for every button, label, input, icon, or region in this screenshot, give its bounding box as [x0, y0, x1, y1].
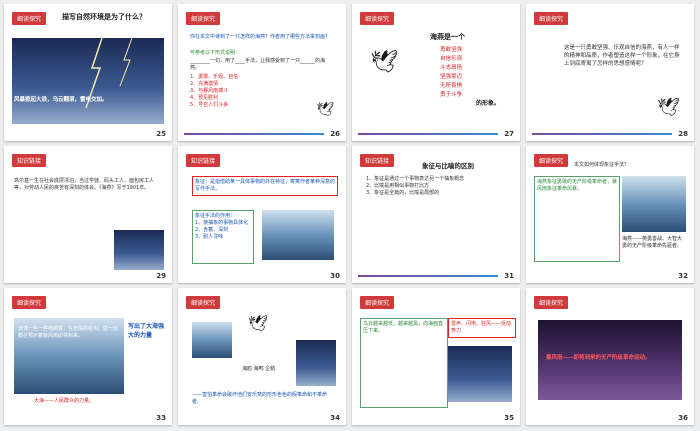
seagull-icon: 🕊: [248, 314, 269, 333]
slide-number: 34: [330, 414, 340, 422]
penguin-image: [296, 340, 336, 386]
slide-number: 25: [156, 130, 166, 138]
slide-tag: 知识链接: [12, 154, 47, 167]
storm-image: [12, 37, 164, 124]
function-box: 象征手法的作用： 1、使抽象的事物具体化 2、含蓄、深刻 3、耐人寻味: [192, 210, 254, 264]
trait-item: 勇于斗争: [440, 92, 463, 98]
heading-text: 海燕是一个: [430, 33, 465, 41]
answer-list: 1、勇敢、乐观、自信 2、充满激情 3、与暴风雨搏斗 4、预见胜利 5、号召人们…: [190, 74, 238, 109]
text-box: 乌云越来越低，越来越黑，向海面直压下来。: [360, 318, 448, 408]
slide-tag: 细读探究: [534, 154, 569, 167]
slide-footer: [184, 133, 324, 135]
cloud-image: [448, 346, 512, 402]
body-text: 波涛一些一些地跳着，在无情的吼叫，这一切都在预示着暴风雨即将到来。: [18, 326, 119, 339]
fill-text: ________一句，用了____手法，让我感受到了一只______的海燕。: [190, 58, 326, 71]
slide-35[interactable]: 细读探究 乌云越来越低，越来越黑，向海面直压下来。 雷声、闪电、狂风——反动势力…: [352, 288, 520, 425]
slide-29[interactable]: 知识链接 高尔基一生在社会底层漂泊，当过学徒、码头工人、面包房工人等，对劳动人民…: [4, 146, 172, 283]
birds-image: [192, 322, 232, 358]
hint-text: 可参考以下形式说明：: [190, 50, 241, 56]
body-text: 乌云越来越低，越来越黑，向海面直压下来。: [363, 321, 444, 334]
slide-26[interactable]: 细读探究 你在本文中读到了一只怎样的海燕？作者用了哪些方法来刻画？ 可参考以下形…: [178, 4, 346, 141]
list-item: 2、比喻是用相似事物打比方: [366, 183, 430, 189]
question-text: 你在本文中读到了一只怎样的海燕？作者用了哪些方法来刻画？: [190, 34, 331, 40]
list-item: 3、与暴风雨搏斗: [190, 88, 229, 94]
trait-item: 斗志昂扬: [440, 65, 463, 71]
trait-item: 坚强豪迈: [440, 74, 463, 80]
function-item: 1、使抽象的事物具体化: [195, 220, 249, 226]
body-text: 高尔基一生在社会底层漂泊，当过学徒、码头工人、面包房工人等，对劳动人民的疾苦有深…: [14, 178, 155, 191]
slide-number: 29: [156, 272, 166, 280]
slide-tag: 知识链接: [186, 154, 221, 167]
list-item: 1、勇敢、乐观、自信: [190, 74, 239, 80]
slide-tag: 细读探究: [534, 296, 569, 309]
answer-box: 海燕象征勇敢的无产阶级革命者，暴风雨象征革命风暴。: [534, 176, 620, 262]
function-item: 2、含蓄、深刻: [195, 227, 229, 233]
slide-footer: [532, 133, 672, 135]
highlight-text: 海燕——英勇善战、大智大勇的无产阶级革命先驱者。: [622, 236, 683, 249]
trait-list: 勇敢坚强 自信乐观 斗志昂扬 坚强豪迈 无所畏惧 勇于斗争: [440, 46, 462, 100]
point-list: 1、象征是通过一个事物表达另一个抽象概念 2、比喻是用相似事物打比方 3、象征是…: [366, 176, 504, 197]
slide-title: 象征与比喻的区别: [422, 162, 474, 170]
lightning-icon: [85, 37, 133, 109]
slide-tag: 细读探究: [360, 296, 395, 309]
body-text: 海燕象征勇敢的无产阶级革命者，暴风雨象征革命风暴。: [537, 179, 618, 192]
slide-caption: 风暴掀起大浪，乌云翻滚，雷电交加。: [14, 97, 108, 103]
petrel-icon: 🕊: [316, 102, 334, 118]
slide-number: 32: [678, 272, 688, 280]
slide-32[interactable]: 细读探究 本文如何体现象征手法？ 海燕象征勇敢的无产阶级革命者，暴风雨象征革命风…: [526, 146, 694, 283]
tail-text: 的形象。: [476, 100, 501, 107]
slide-number: 31: [504, 272, 514, 280]
slide-tag: 细读探究: [360, 12, 395, 25]
slide-number: 28: [678, 130, 688, 138]
trait-item: 勇敢坚强: [440, 47, 463, 53]
bottom-text: ——害怕革命会破坏他们安乐窝的形形色色的假革命和不革命者。: [192, 392, 328, 405]
slide-tag: 细读探究: [534, 12, 569, 25]
body-text: 这是一只勇敢坚强、乐观自信的海燕，有人一样的精神和品质，作者塑造这样一个形象，在…: [564, 45, 680, 67]
slide-footer: [358, 133, 498, 135]
slide-28[interactable]: 细读探究 这是一只勇敢坚强、乐观自信的海燕，有人一样的精神和品质，作者塑造这样一…: [526, 4, 694, 141]
side-text: 写出了大海强大的力量: [128, 323, 165, 339]
slide-title: 描写自然环境是为了什么？: [62, 13, 146, 21]
slide-30[interactable]: 知识链接 象征：是指借助某一具体事物的外在特征，寄寓作者某种深意的写作手法。 象…: [178, 146, 346, 283]
petrel-icon: 🕊: [370, 50, 398, 75]
petrel-icon: 🕊: [657, 97, 680, 118]
conclusion-text: 暴风雨——即将到来的无产阶级革命运动。: [546, 355, 651, 361]
trait-item: 无所畏惧: [440, 83, 463, 89]
question-text: 本文如何体现象征手法？: [574, 162, 630, 168]
list-item: 2、充满激情: [190, 81, 219, 87]
slide-number: 35: [504, 414, 514, 422]
slide-number: 33: [156, 414, 166, 422]
conclusion-text: 大海——人民群众的力量。: [34, 398, 95, 404]
storm-sea-image: [622, 176, 686, 232]
slide-number: 26: [330, 130, 340, 138]
trait-item: 自信乐观: [440, 56, 463, 62]
function-lead: 象征手法的作用：: [195, 213, 236, 219]
slide-tag: 细读探究: [12, 12, 47, 25]
list-item: 1、象征是通过一个事物表达另一个抽象概念: [366, 176, 465, 182]
slide-27[interactable]: 细读探究 🕊 海燕是一个 勇敢坚强 自信乐观 斗志昂扬 坚强豪迈 无所畏惧 勇于…: [352, 4, 520, 141]
list-item: 4、预见胜利: [190, 95, 219, 101]
list-item: 3、象征是全篇的，比喻是局部的: [366, 190, 440, 196]
wave-image: [262, 210, 334, 260]
bird-labels: 海鸥 海鸭 企鹅: [242, 366, 276, 372]
slide-34[interactable]: 细读探究 🕊 海鸥 海鸭 企鹅 ——害怕革命会破坏他们安乐窝的形形色色的假革命和…: [178, 288, 346, 425]
slide-36[interactable]: 细读探究 暴风雨——即将到来的无产阶级革命运动。 36: [526, 288, 694, 425]
slide-number: 27: [504, 130, 514, 138]
slide-31[interactable]: 知识链接 象征与比喻的区别 1、象征是通过一个事物表达另一个抽象概念 2、比喻是…: [352, 146, 520, 283]
list-item: 5、号召人们斗争: [190, 102, 229, 108]
slide-number: 30: [330, 272, 340, 280]
slide-33[interactable]: 细读探究 波涛一些一些地跳着，在无情的吼叫，这一切都在预示着暴风雨即将到来。 写…: [4, 288, 172, 425]
slide-tag: 细读探究: [12, 296, 47, 309]
slide-number: 36: [678, 414, 688, 422]
definition-text: 象征：是指借助某一具体事物的外在特征，寄寓作者某种深意的写作手法。: [192, 176, 338, 196]
function-item: 3、耐人寻味: [195, 234, 224, 240]
slide-footer: [358, 275, 498, 277]
slide-25[interactable]: 细读探究 描写自然环境是为了什么？ 风暴掀起大浪，乌云翻滚，雷电交加。 25: [4, 4, 172, 141]
slide-tag: 细读探究: [186, 12, 221, 25]
slide-tag: 知识链接: [360, 154, 395, 167]
seagull-image: [114, 230, 164, 270]
slide-tag: 细读探究: [186, 296, 221, 309]
callout-text: 雷声、闪电、狂风——反动势力: [448, 318, 516, 338]
